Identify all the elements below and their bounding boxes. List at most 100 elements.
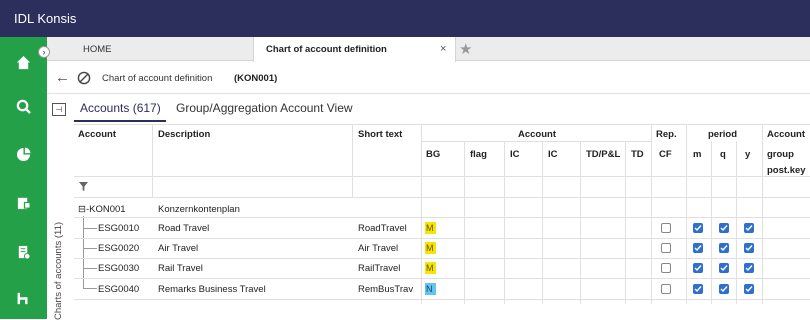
header-rep: Rep.	[656, 129, 677, 140]
header-y[interactable]: y	[745, 149, 750, 160]
tab-group-aggregation[interactable]: Group/Aggregation Account View	[176, 101, 353, 115]
row-1-y-checkbox[interactable]	[744, 223, 754, 233]
row-1-bg-badge: M	[425, 222, 436, 234]
row-1-short-text: RoadTravel	[358, 223, 407, 234]
hierarchy-icon[interactable]	[0, 283, 47, 313]
row-3-bg-badge: M	[425, 262, 436, 274]
header-period: period	[708, 129, 738, 140]
header-td-pl[interactable]: TD/P&L	[586, 149, 620, 160]
close-tab-icon[interactable]: ×	[440, 43, 446, 55]
row-3-short-text: RailTravel	[358, 263, 401, 274]
col-divider	[711, 141, 712, 304]
header-bottom-border	[74, 176, 810, 177]
row-4-q-checkbox[interactable]	[719, 284, 729, 294]
tree-line	[83, 228, 97, 229]
row-1-q-checkbox[interactable]	[719, 223, 729, 233]
col-divider	[686, 124, 687, 304]
row-border	[74, 299, 810, 300]
tab-bar: HOME Chart of account definition × ★	[47, 37, 810, 62]
header-q[interactable]: q	[720, 149, 726, 160]
header-account[interactable]: Account	[78, 129, 116, 140]
col-divider	[580, 141, 581, 304]
col-divider	[651, 124, 652, 304]
row-1-m-checkbox[interactable]	[693, 223, 703, 233]
row-2-bg-badge: M	[425, 242, 436, 254]
tree-line	[83, 248, 97, 249]
filter-icon[interactable]	[79, 182, 88, 191]
row-border	[74, 238, 810, 239]
row-2-description: Air Travel	[158, 243, 199, 254]
accounts-grid: Account Description Short text Account R…	[74, 124, 810, 304]
col-divider	[421, 124, 422, 304]
col-divider	[152, 124, 153, 197]
header-post-key[interactable]: post.key	[767, 165, 806, 176]
row-border	[74, 217, 810, 218]
tab-home[interactable]: HOME	[83, 37, 112, 61]
col-divider	[736, 141, 737, 304]
breadcrumb: ← Chart of account definition (KON001)	[47, 62, 810, 94]
row-4-account[interactable]: ESG0040	[98, 284, 139, 295]
grid-top-border	[74, 124, 810, 125]
row-4-bg-badge: N	[425, 283, 436, 295]
row-3-m-checkbox[interactable]	[693, 263, 703, 273]
app-header: IDL Konsis	[0, 0, 810, 37]
row-border	[74, 258, 810, 259]
root-account[interactable]: ⊟-KON001	[78, 204, 126, 215]
row-3-cf-checkbox[interactable]	[661, 263, 671, 273]
row-4-y-checkbox[interactable]	[744, 284, 754, 294]
row-3-account[interactable]: ESG0030	[98, 263, 139, 274]
header-ic-2[interactable]: IC	[548, 149, 558, 160]
row-2-m-checkbox[interactable]	[693, 243, 703, 253]
header-account-right[interactable]: Account	[767, 129, 805, 140]
row-4-description: Remarks Business Travel	[158, 284, 266, 295]
col-divider	[625, 141, 626, 304]
root-description: Konzernkontenplan	[158, 204, 240, 215]
tab-chart-of-account-definition[interactable]: Chart of account definition	[253, 37, 456, 62]
tree-line	[83, 288, 97, 289]
search-icon[interactable]	[0, 91, 47, 121]
header-m[interactable]: m	[693, 149, 701, 160]
header-short-text[interactable]: Short text	[358, 129, 402, 140]
header-group[interactable]: group	[767, 149, 794, 160]
row-2-y-checkbox[interactable]	[744, 243, 754, 253]
row-1-account[interactable]: ESG0010	[98, 223, 139, 234]
page-title: Chart of account definition	[102, 73, 213, 84]
row-3-y-checkbox[interactable]	[744, 263, 754, 273]
row-3-q-checkbox[interactable]	[719, 263, 729, 273]
row-3-description: Rail Travel	[158, 263, 203, 274]
sidebar-collapse-button[interactable]: ›	[38, 46, 50, 58]
chart-gear-icon[interactable]	[0, 139, 47, 169]
active-tab-indicator	[74, 120, 166, 122]
back-arrow-icon[interactable]: ←	[55, 69, 70, 86]
row-2-q-checkbox[interactable]	[719, 243, 729, 253]
row-2-short-text: Air Travel	[358, 243, 399, 254]
header-description[interactable]: Description	[158, 129, 210, 140]
sidebar	[0, 37, 47, 319]
col-divider	[504, 141, 505, 304]
row-4-short-text: RemBusTrav	[358, 284, 414, 295]
tab-accounts[interactable]: Accounts (617)	[80, 101, 161, 115]
header-account-group: Account	[518, 129, 556, 140]
header-td[interactable]: TD	[631, 149, 644, 160]
row-4-cf-checkbox[interactable]	[661, 284, 671, 294]
row-1-cf-checkbox[interactable]	[661, 223, 671, 233]
favorite-star-icon[interactable]: ★	[459, 40, 472, 58]
charts-of-accounts-label[interactable]: Charts of accounts (11)	[53, 222, 64, 320]
col-divider	[542, 141, 543, 304]
report-icon[interactable]	[0, 187, 47, 217]
tree-line	[83, 268, 97, 269]
row-1-description: Road Travel	[158, 223, 210, 234]
panel-toggle-icon[interactable]: ⊣	[52, 103, 66, 116]
document-gear-icon[interactable]	[0, 237, 47, 267]
app-title: IDL Konsis	[14, 11, 77, 26]
row-2-cf-checkbox[interactable]	[661, 243, 671, 253]
charts-of-accounts-panel: ⊣ Charts of accounts (11)	[52, 100, 70, 320]
row-4-m-checkbox[interactable]	[693, 284, 703, 294]
header-divider	[421, 141, 651, 142]
header-ic[interactable]: IC	[510, 149, 520, 160]
header-flag[interactable]: flag	[470, 149, 487, 160]
header-bg[interactable]: BG	[426, 149, 440, 160]
header-cf[interactable]: CF	[659, 149, 672, 160]
row-2-account[interactable]: ESG0020	[98, 243, 139, 254]
col-divider	[762, 124, 763, 304]
